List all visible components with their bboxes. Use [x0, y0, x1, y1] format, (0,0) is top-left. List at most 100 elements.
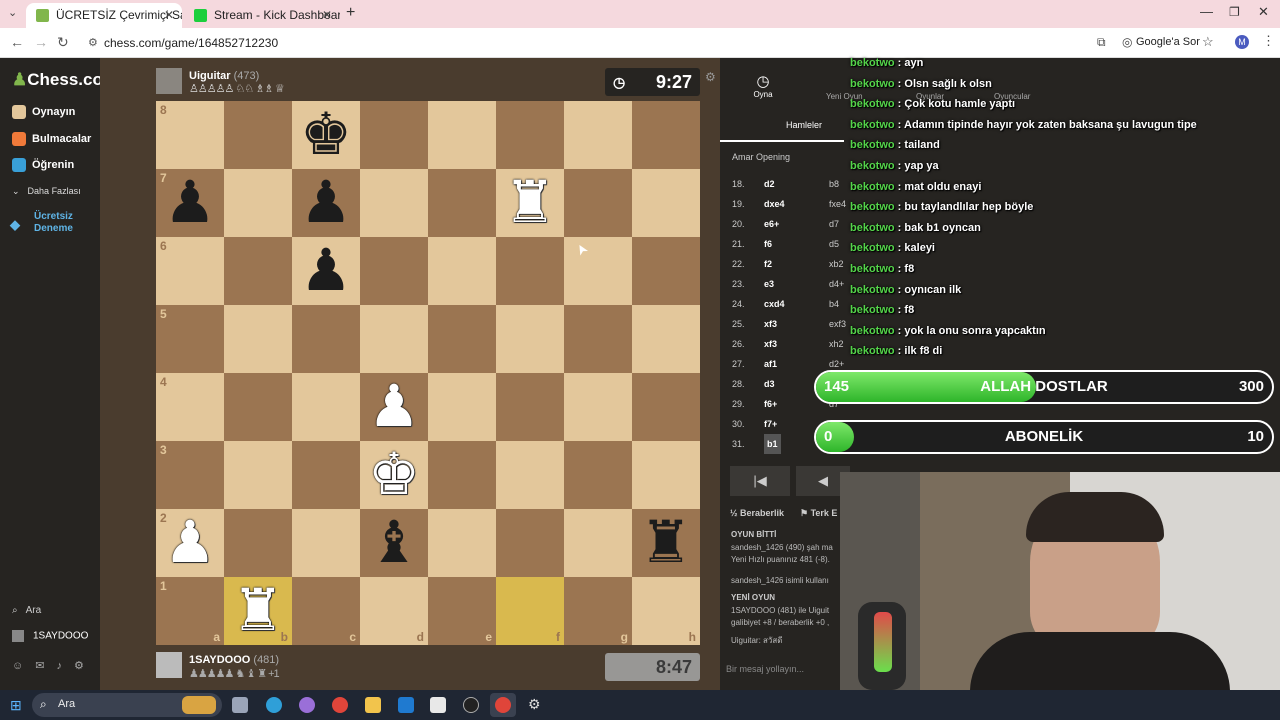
outlook-icon[interactable]: [398, 697, 414, 713]
profile-avatar[interactable]: M: [1235, 35, 1249, 49]
piece-b1[interactable]: ♜: [224, 577, 292, 645]
move-row[interactable]: 26. xf3 xh2: [732, 334, 844, 354]
first-move-button[interactable]: |◀: [730, 466, 790, 496]
square-e5[interactable]: [428, 305, 496, 373]
square-a3[interactable]: 3: [156, 441, 224, 509]
square-f6[interactable]: [496, 237, 564, 305]
black-move[interactable]: xh2: [829, 339, 844, 349]
sidebar-item-play[interactable]: Oynayın: [12, 105, 75, 119]
menu-icon[interactable]: ⋮: [1262, 33, 1275, 49]
start-icon[interactable]: ⊞: [10, 697, 22, 714]
square-h8[interactable]: [632, 101, 700, 169]
piece-h2[interactable]: ♜: [632, 509, 700, 577]
sidebar-item-puzzles[interactable]: Bulmacalar: [12, 132, 91, 146]
square-g2[interactable]: [564, 509, 632, 577]
black-move[interactable]: exf3: [829, 319, 846, 329]
resign-button[interactable]: ⚑ Terk E: [800, 508, 837, 519]
piece-d2[interactable]: ♝: [360, 509, 428, 577]
square-a5[interactable]: 5: [156, 305, 224, 373]
square-f1[interactable]: f: [496, 577, 564, 645]
black-move[interactable]: fxe4: [829, 199, 846, 209]
settings-icon[interactable]: ⚙: [528, 696, 541, 713]
message-input[interactable]: Bir mesaj yollayın...: [726, 664, 804, 674]
square-c3[interactable]: [292, 441, 360, 509]
square-h6[interactable]: [632, 237, 700, 305]
square-f2[interactable]: [496, 509, 564, 577]
white-move[interactable]: f2: [764, 254, 829, 274]
move-row[interactable]: 22. f2 xb2: [732, 254, 844, 274]
close-icon[interactable]: ✕: [322, 3, 332, 28]
square-d1[interactable]: d: [360, 577, 428, 645]
square-g4[interactable]: [564, 373, 632, 441]
move-row[interactable]: 19. dxe4 fxe4: [732, 194, 846, 214]
square-a6[interactable]: 6: [156, 237, 224, 305]
square-g7[interactable]: [564, 169, 632, 237]
square-b5[interactable]: [224, 305, 292, 373]
square-h5[interactable]: [632, 305, 700, 373]
white-move[interactable]: e6+: [764, 214, 829, 234]
file-explorer-icon[interactable]: [365, 697, 381, 713]
square-e8[interactable]: [428, 101, 496, 169]
piece-c6[interactable]: ♟: [292, 237, 360, 305]
square-g5[interactable]: [564, 305, 632, 373]
gear-icon[interactable]: ⚙: [74, 660, 96, 672]
square-a4[interactable]: 4: [156, 373, 224, 441]
sidebar-item-more[interactable]: ⌄ Daha Fazlası: [12, 186, 81, 197]
edge-icon[interactable]: [266, 697, 282, 713]
white-move[interactable]: dxe4: [764, 194, 829, 214]
sidebar-item-learn[interactable]: Öğrenin: [12, 158, 74, 172]
chrome-active-icon[interactable]: [490, 693, 516, 717]
new-tab-button[interactable]: +: [346, 4, 355, 22]
close-icon[interactable]: ✕: [164, 3, 174, 28]
white-move[interactable]: xf3: [764, 314, 829, 334]
obs-icon[interactable]: [463, 697, 479, 713]
settings-gear-icon[interactable]: ⚙: [705, 70, 716, 84]
tab-chess[interactable]: ÜCRETSİZ Çevrimiçi Satranç Oy ✕: [26, 3, 182, 28]
black-move[interactable]: b8: [829, 179, 839, 189]
restore-icon[interactable]: ❐: [1229, 5, 1240, 19]
square-b7[interactable]: [224, 169, 292, 237]
square-c2[interactable]: [292, 509, 360, 577]
move-row[interactable]: 23. e3 d4+: [732, 274, 844, 294]
piece-c8[interactable]: ♚: [292, 101, 360, 169]
square-c4[interactable]: [292, 373, 360, 441]
square-e4[interactable]: [428, 373, 496, 441]
square-f8[interactable]: [496, 101, 564, 169]
square-e6[interactable]: [428, 237, 496, 305]
square-h4[interactable]: [632, 373, 700, 441]
move-row[interactable]: 31. b1: [732, 434, 781, 454]
forward-icon[interactable]: →: [34, 34, 48, 50]
move-row[interactable]: 24. cxd4 b4: [732, 294, 839, 314]
square-e2[interactable]: [428, 509, 496, 577]
square-d8[interactable]: [360, 101, 428, 169]
piece-a7[interactable]: ♟: [156, 169, 224, 237]
sidebar-item-free-trial[interactable]: ◆ Ücretsiz Deneme: [10, 211, 92, 235]
piece-c7[interactable]: ♟: [292, 169, 360, 237]
square-h1[interactable]: h: [632, 577, 700, 645]
square-g8[interactable]: [564, 101, 632, 169]
square-h7[interactable]: [632, 169, 700, 237]
white-move[interactable]: d2: [764, 174, 829, 194]
bookmark-star-icon[interactable]: ☆: [1202, 34, 1214, 50]
sidebar-search[interactable]: ⌕ Ara: [12, 605, 41, 616]
square-d6[interactable]: [360, 237, 428, 305]
square-b4[interactable]: [224, 373, 292, 441]
task-view-icon[interactable]: [232, 697, 248, 713]
copilot-icon[interactable]: [299, 697, 315, 713]
square-a8[interactable]: 8: [156, 101, 224, 169]
black-move[interactable]: b4: [829, 299, 839, 309]
black-move[interactable]: d5: [829, 239, 839, 249]
square-c5[interactable]: [292, 305, 360, 373]
square-d7[interactable]: [360, 169, 428, 237]
square-b2[interactable]: [224, 509, 292, 577]
square-e3[interactable]: [428, 441, 496, 509]
top-player-name[interactable]: Uiguitar (473): [189, 70, 259, 82]
white-move[interactable]: xf3: [764, 334, 829, 354]
square-b3[interactable]: [224, 441, 292, 509]
move-row[interactable]: 21. f6 d5: [732, 234, 839, 254]
url-field[interactable]: ⚙ chess.com/game/164852712230: [80, 31, 1230, 55]
google-ask-button[interactable]: Google'a Sor: [1136, 36, 1200, 48]
minimize-icon[interactable]: —: [1200, 4, 1213, 19]
chess-board[interactable]: 8 7 6 5 4 3 2 1 a b c d e f g h ♚ ♟ ♟ ♜ ♟ ♟ ♚ ♟ ♝ ♜ ♜ ➤: [156, 101, 700, 645]
move-row[interactable]: 18. d2 b8: [732, 174, 839, 194]
